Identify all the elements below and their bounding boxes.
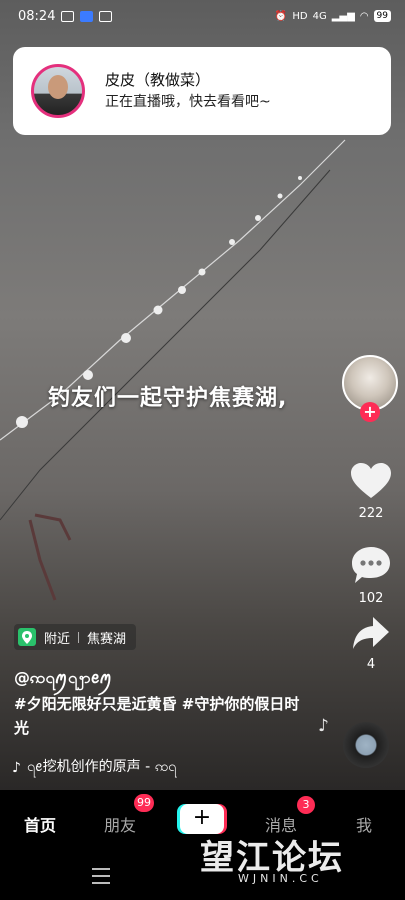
share-button[interactable]: 4	[341, 615, 401, 672]
menu-icon[interactable]	[92, 868, 110, 889]
tab-friends[interactable]: 朋友	[104, 812, 136, 836]
status-time: 08:24	[18, 8, 56, 24]
location-divider	[78, 631, 80, 643]
messages-badge: 3	[297, 796, 315, 814]
location-tag[interactable]: 附近 焦赛湖	[14, 624, 137, 650]
tab-me[interactable]: 我	[356, 812, 372, 836]
tab-home[interactable]: 首页	[24, 812, 56, 836]
comment-icon	[352, 547, 390, 583]
app-notification-icon-blue	[80, 10, 94, 22]
share-arrow-icon	[353, 617, 389, 649]
alarm-icon: ⏰	[274, 10, 288, 22]
streamer-avatar[interactable]	[31, 64, 85, 118]
signal-icon: ▂▄▆	[331, 10, 355, 22]
streamer-name: 皮皮（教做菜）	[105, 71, 211, 89]
sound-info[interactable]: ♪ ꩹ꫀ挖机创作的原声 - ꩡ꩹	[12, 753, 176, 782]
like-count: 222	[358, 506, 384, 521]
video-overlay-caption: 钓友们一起守护焦赛湖,	[48, 386, 288, 411]
network-label: 4G	[312, 10, 327, 22]
comment-button[interactable]: 102	[341, 545, 401, 606]
friends-badge: 99	[134, 794, 154, 812]
location-name: 焦赛湖	[87, 631, 127, 647]
location-pin-icon	[18, 628, 36, 646]
location-nearby-label: 附近	[44, 631, 71, 647]
hd-icon: HD	[292, 10, 308, 22]
sound-title: ꩹ꫀ挖机创作的原声 - ꩡ꩹	[26, 759, 177, 775]
heart-icon	[351, 463, 391, 498]
live-notification-card[interactable]: 皮皮（教做菜） 正在直播哦，快去看看吧~	[13, 47, 391, 135]
follow-button[interactable]: +	[360, 402, 380, 422]
wifi-icon: ◠	[359, 10, 369, 22]
comment-count: 102	[358, 591, 384, 606]
like-button[interactable]: 222	[341, 462, 401, 521]
live-message: 正在直播哦，快去看看吧~	[105, 94, 271, 110]
book-icon	[99, 10, 113, 22]
music-note-icon: ♪	[318, 716, 329, 736]
tiktok-note-icon: ♪	[12, 759, 21, 776]
battery-icon: 99	[373, 10, 391, 22]
music-disc-button[interactable]	[343, 722, 389, 768]
app-notification-icon	[61, 10, 75, 22]
author-handle[interactable]: @ꩡ꩹ꪑ꩹ꩭꫀꪑ	[14, 662, 113, 696]
status-bar: 08:24 ⏰ HD 4G ▂▄▆ ◠ 99	[0, 0, 405, 32]
post-description[interactable]: #夕阳无限好只是近黄昏 #守护你的假日时光	[14, 692, 304, 740]
forum-watermark-url: WJNIN.CC	[238, 872, 323, 885]
share-count: 4	[366, 657, 376, 672]
